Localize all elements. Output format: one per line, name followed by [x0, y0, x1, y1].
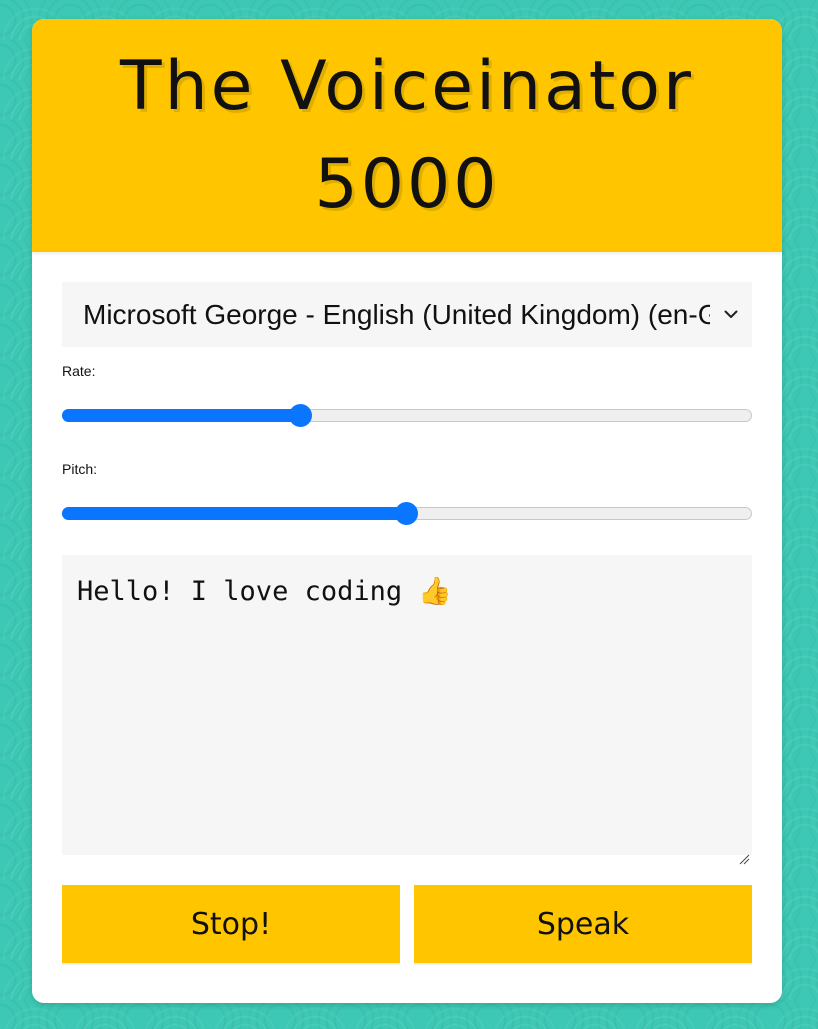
header: The Voiceinator 5000 — [32, 19, 782, 252]
chevron-down-icon — [716, 282, 746, 347]
rate-slider-fill — [62, 409, 301, 422]
voiceinator-card: The Voiceinator 5000 Microsoft George - … — [32, 19, 782, 1003]
rate-slider-thumb[interactable] — [289, 404, 312, 427]
message-text: Hello! I love coding 👍 — [77, 576, 452, 607]
voice-select-value: Microsoft George - English (United Kingd… — [83, 298, 710, 330]
page-title: The Voiceinator 5000 — [120, 46, 694, 224]
voice-select[interactable]: Microsoft George - English (United Kingd… — [62, 282, 752, 347]
voice-form: Microsoft George - English (United Kingd… — [32, 252, 782, 963]
rate-slider[interactable] — [62, 403, 752, 427]
pitch-slider-thumb[interactable] — [395, 502, 418, 525]
pitch-label: Pitch: — [62, 461, 98, 477]
pitch-slider[interactable] — [62, 501, 752, 525]
speak-button[interactable]: Speak — [414, 885, 752, 963]
pitch-slider-fill — [62, 507, 407, 520]
rate-label: Rate: — [62, 363, 96, 379]
message-textarea[interactable]: Hello! I love coding 👍 — [62, 555, 752, 865]
button-row: Stop! Speak — [62, 885, 752, 963]
stop-button[interactable]: Stop! — [62, 885, 400, 963]
resize-handle-icon[interactable] — [738, 841, 750, 865]
